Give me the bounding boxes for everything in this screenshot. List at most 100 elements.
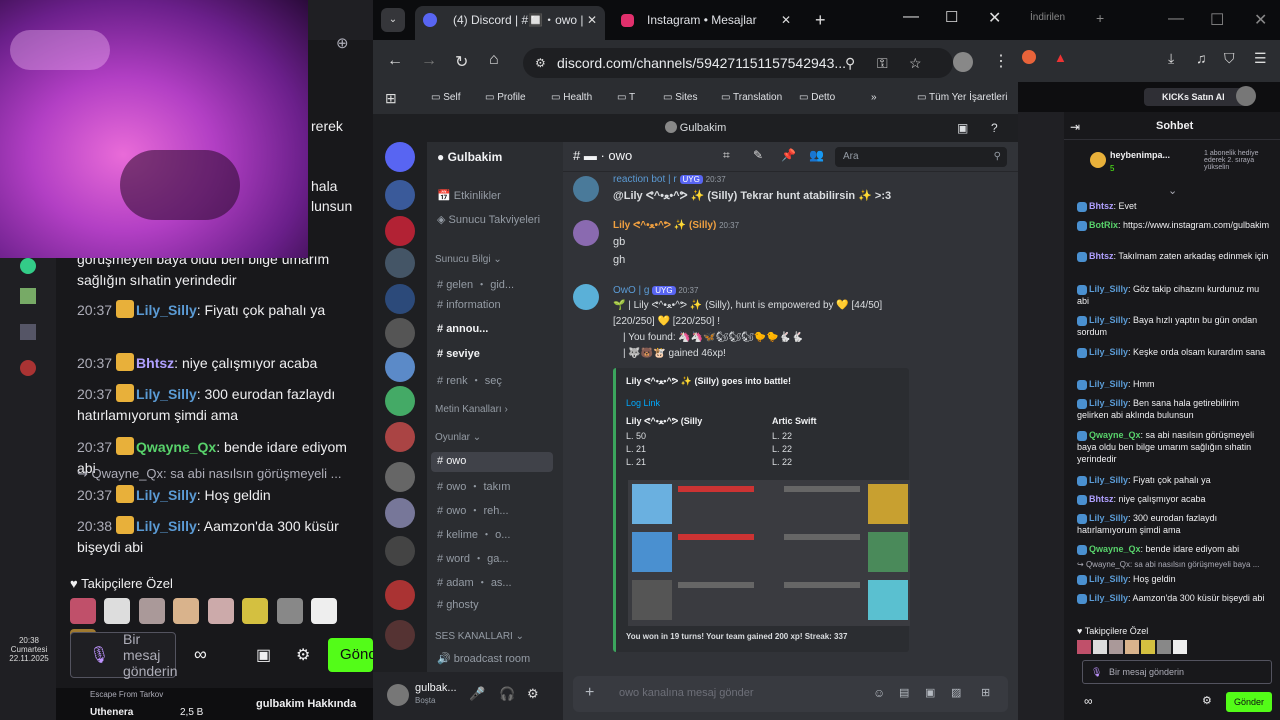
- pinned-gift[interactable]: heybenimpa... 5 1 abonelik hediye ederek…: [1064, 146, 1280, 182]
- url-input[interactable]: ⚙ discord.com/channels/59427115115754294…: [523, 48, 953, 78]
- bookmark-profile[interactable]: ▭ Profile: [485, 92, 526, 103]
- message-author[interactable]: Qwayne_Qx: [136, 439, 216, 455]
- gear-icon[interactable]: ⚙: [296, 645, 310, 665]
- channel-information[interactable]: # information: [437, 299, 501, 311]
- members-icon[interactable]: 👥: [809, 148, 824, 162]
- channel-adam[interactable]: # adam ・ as...: [437, 574, 512, 590]
- avatar[interactable]: [573, 176, 599, 202]
- emote[interactable]: [311, 598, 338, 624]
- apps-icon[interactable]: ⊞: [385, 90, 397, 107]
- message-author[interactable]: OwO | g: [613, 285, 650, 296]
- reload-icon[interactable]: ↻: [455, 52, 468, 72]
- message-author[interactable]: Lily_Silly: [1089, 513, 1128, 523]
- chat-input[interactable]: 🎙 Bir mesaj gönderin: [70, 631, 178, 679]
- channel-seviye[interactable]: # seviye: [437, 348, 480, 360]
- message-author[interactable]: Lily_Silly: [1089, 284, 1128, 294]
- new-tab-icon[interactable]: +: [1096, 10, 1104, 26]
- threads-icon[interactable]: ⌗: [723, 148, 730, 163]
- events-item[interactable]: 📅 Etkinlikler: [437, 189, 501, 202]
- message-author[interactable]: BotRix: [1089, 220, 1118, 230]
- site-info-icon[interactable]: ⚙: [535, 48, 546, 78]
- message-author[interactable]: Lily_Silly: [1089, 398, 1128, 408]
- emote[interactable]: [1173, 640, 1187, 654]
- menu-icon[interactable]: ⋮: [993, 51, 1009, 71]
- microphone-icon[interactable]: 🎙: [89, 645, 109, 665]
- channel-owo-selected[interactable]: # owo: [431, 452, 553, 472]
- channel-renk[interactable]: # renk ・ seç: [437, 372, 502, 388]
- message-author[interactable]: Bhtsz: [136, 355, 174, 371]
- tab-label[interactable]: İndirilen: [1030, 12, 1065, 23]
- bookmark-t[interactable]: ▭ T: [617, 92, 635, 103]
- category-text[interactable]: Metin Kanalları ›: [435, 404, 508, 415]
- gif-icon[interactable]: ▤: [899, 686, 909, 699]
- help-icon[interactable]: ?: [991, 114, 998, 142]
- close-window-icon[interactable]: ✕: [988, 8, 1001, 28]
- message-author[interactable]: Lily_Silly: [1089, 593, 1128, 603]
- gear-icon[interactable]: ⚙: [527, 686, 539, 702]
- download-icon[interactable]: ⤓: [1168, 50, 1174, 67]
- search-input[interactable]: Ara ⚲: [835, 147, 1007, 167]
- tab-instagram[interactable]: Instagram • Mesajlar ✕: [609, 6, 799, 40]
- channel-owo-reh[interactable]: # owo ・ reh...: [437, 502, 509, 518]
- app-icon[interactable]: [20, 324, 36, 340]
- maximize-icon[interactable]: ☐: [1210, 10, 1224, 30]
- music-icon[interactable]: ♫: [1196, 50, 1207, 66]
- emote[interactable]: [242, 598, 269, 624]
- server-icon[interactable]: [385, 216, 415, 246]
- minimize-icon[interactable]: —: [903, 8, 919, 26]
- brave-icon[interactable]: [1022, 50, 1036, 64]
- server-name[interactable]: ● Gulbakim: [437, 150, 502, 164]
- server-icon[interactable]: [385, 284, 415, 314]
- mute-channel-icon[interactable]: ✎: [753, 148, 763, 162]
- apps-icon[interactable]: ⊞: [981, 686, 990, 699]
- server-icon[interactable]: [385, 352, 415, 382]
- message-author[interactable]: Lily_Silly: [136, 302, 197, 318]
- category-info[interactable]: Sunucu Bilgi ⌄: [435, 254, 502, 265]
- emote[interactable]: [1109, 640, 1123, 654]
- infinity-icon[interactable]: ∞: [194, 644, 207, 665]
- server-icon[interactable]: [385, 318, 415, 348]
- message-author[interactable]: Qwayne_Qx: [1089, 544, 1141, 554]
- emote[interactable]: [207, 598, 234, 624]
- add-attachment-icon[interactable]: +: [585, 684, 594, 702]
- emote[interactable]: [70, 598, 96, 624]
- avatar[interactable]: [387, 684, 409, 706]
- server-icon[interactable]: [385, 536, 415, 566]
- forward-icon[interactable]: →: [421, 52, 437, 70]
- server-icon[interactable]: [385, 180, 415, 210]
- infinity-icon[interactable]: ∞: [1084, 694, 1093, 708]
- message-author[interactable]: Bhtsz: [1089, 201, 1114, 211]
- server-icon[interactable]: [385, 620, 415, 650]
- close-window-icon[interactable]: ✕: [1254, 10, 1267, 30]
- message-author[interactable]: Qwayne_Qx: [1089, 430, 1141, 440]
- emote[interactable]: [104, 598, 131, 624]
- pin-icon[interactable]: 📌: [781, 148, 796, 162]
- category-games[interactable]: Oyunlar ⌄: [435, 432, 481, 443]
- close-icon[interactable]: ✕: [781, 6, 791, 34]
- server-icon[interactable]: [385, 498, 415, 528]
- chat-input[interactable]: 🎙 Bir mesaj gönderin: [1082, 660, 1272, 684]
- close-icon[interactable]: ✕: [587, 6, 597, 34]
- channel-gelen[interactable]: # gelen ・ gid...: [437, 276, 514, 292]
- emote[interactable]: [1093, 640, 1107, 654]
- channel-ghosty[interactable]: # ghosty: [437, 599, 479, 611]
- category-voice[interactable]: SES KANALLARI ⌄: [435, 631, 524, 642]
- headphones-icon[interactable]: 🎧: [499, 686, 515, 702]
- server-icon[interactable]: [385, 248, 415, 278]
- bookmark-self[interactable]: ▭ Self: [431, 92, 460, 103]
- sticker-icon[interactable]: ▣: [925, 686, 935, 699]
- message-author[interactable]: Lily_Silly: [1089, 315, 1128, 325]
- user-name[interactable]: Uthenera: [90, 707, 133, 718]
- bookmark-health[interactable]: ▭ Health: [551, 92, 592, 103]
- send-button[interactable]: Gönder: [1226, 692, 1272, 712]
- battle-image[interactable]: [628, 480, 910, 626]
- emote[interactable]: [1125, 640, 1139, 654]
- store-icon[interactable]: ▣: [256, 645, 271, 665]
- bookmark-all[interactable]: ▭ Tüm Yer İşaretleri: [917, 92, 1007, 103]
- send-button[interactable]: Gönd: [328, 638, 373, 672]
- app-icon[interactable]: [20, 288, 36, 304]
- message-author[interactable]: Lily_Silly: [1089, 574, 1128, 584]
- collapse-icon[interactable]: ⇥: [1070, 120, 1080, 134]
- channel-word[interactable]: # word ・ ga...: [437, 550, 509, 566]
- channel-announcements[interactable]: # annou...: [437, 323, 488, 335]
